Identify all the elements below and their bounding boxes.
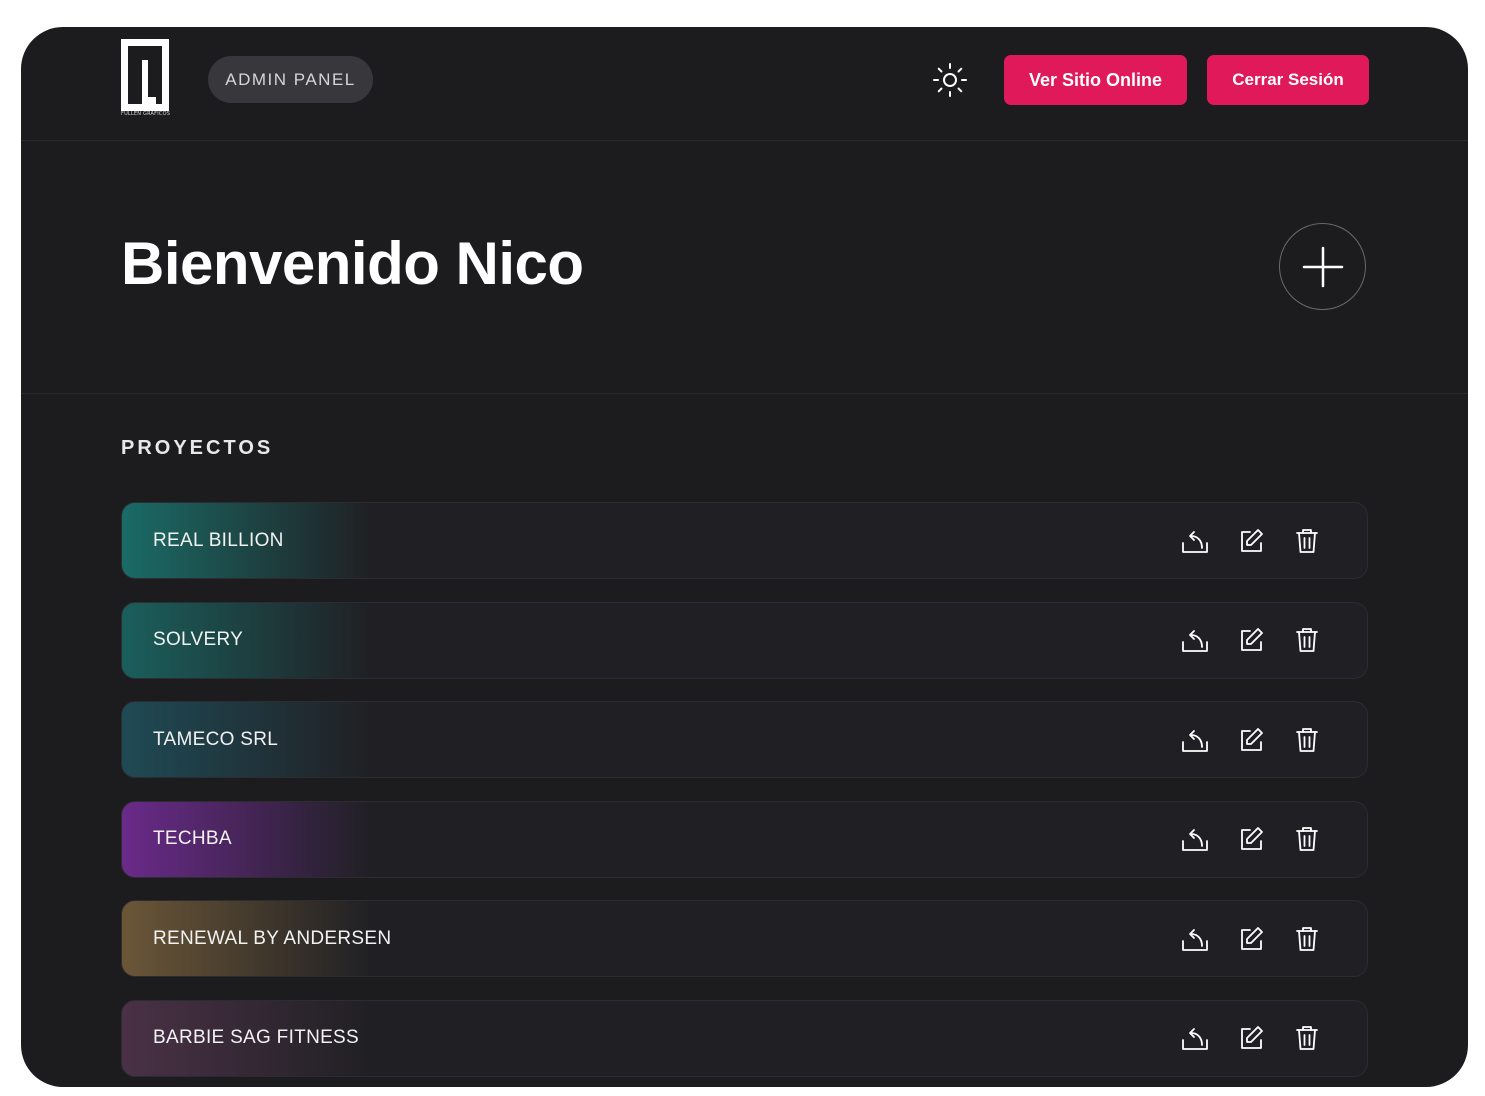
project-row[interactable]: RENEWAL BY ANDERSEN (121, 900, 1368, 977)
edit-button[interactable] (1235, 624, 1267, 656)
top-bar: FULLEN GRAFICOS ADMIN PANEL Ver Sitio On… (21, 27, 1468, 141)
restore-icon (1182, 829, 1208, 851)
edit-button[interactable] (1235, 724, 1267, 756)
edit-button[interactable] (1235, 525, 1267, 557)
brand-logo[interactable] (121, 39, 169, 121)
edit-button[interactable] (1235, 823, 1267, 855)
theme-toggle-button[interactable] (929, 59, 971, 101)
project-name: TECHBA (153, 828, 232, 849)
project-name: REAL BILLION (153, 529, 284, 551)
delete-button[interactable] (1291, 624, 1323, 656)
project-row[interactable]: BARBIE SAG FITNESS (121, 999, 1368, 1077)
restore-icon (1182, 1028, 1208, 1050)
project-row[interactable]: TAMECO SRL (121, 701, 1368, 778)
project-name: BARBIE SAG FITNESS (153, 1027, 360, 1048)
project-name: RENEWAL BY ANDERSEN (153, 927, 392, 949)
row-actions (1179, 802, 1323, 877)
project-row[interactable]: SOLVERY (121, 601, 1368, 679)
project-name: SOLVERY (153, 629, 244, 650)
restore-icon (1182, 530, 1208, 553)
restore-button[interactable] (1179, 1022, 1211, 1054)
restore-button[interactable] (1179, 923, 1211, 955)
project-row[interactable]: REAL BILLION (121, 502, 1368, 579)
restore-button[interactable] (1179, 624, 1211, 656)
trash-icon (1296, 1026, 1318, 1050)
trash-icon (1296, 727, 1318, 752)
projects-heading: PROYECTOS (121, 437, 274, 459)
logo-subtitle: FULLEN GRAFICOS (121, 111, 171, 117)
edit-icon (1241, 528, 1263, 552)
row-actions (1179, 503, 1323, 578)
edit-icon (1241, 727, 1263, 751)
plus-icon (1302, 246, 1343, 287)
project-list: REAL BILLION SOLVERY TAMECO SRL TECHBA R… (121, 502, 1368, 1087)
row-actions (1179, 702, 1323, 777)
edit-button[interactable] (1235, 923, 1267, 955)
add-project-button[interactable] (1279, 223, 1366, 310)
trash-icon (1296, 827, 1318, 851)
edit-icon (1241, 1026, 1263, 1049)
delete-button[interactable] (1291, 724, 1323, 756)
project-row[interactable]: TECHBA (121, 800, 1368, 878)
edit-icon (1241, 827, 1263, 850)
edit-icon (1241, 926, 1263, 950)
delete-button[interactable] (1291, 823, 1323, 855)
restore-icon (1182, 928, 1208, 951)
sun-icon (933, 63, 967, 97)
logout-button[interactable]: Cerrar Sesión (1207, 55, 1369, 105)
admin-panel-badge: ADMIN PANEL (208, 56, 373, 103)
edit-button[interactable] (1235, 1022, 1267, 1054)
welcome-section: Bienvenido Nico (21, 141, 1468, 394)
trash-icon (1296, 628, 1318, 652)
delete-button[interactable] (1291, 525, 1323, 557)
trash-icon (1296, 926, 1318, 951)
restore-button[interactable] (1179, 823, 1211, 855)
app-window: FULLEN GRAFICOS ADMIN PANEL Ver Sitio On… (21, 27, 1468, 1087)
row-actions (1179, 603, 1323, 678)
project-name: TAMECO SRL (153, 728, 279, 750)
row-actions (1179, 901, 1323, 976)
trash-icon (1296, 528, 1318, 553)
row-actions (1179, 1001, 1323, 1076)
page-title: Bienvenido Nico (121, 230, 584, 297)
delete-button[interactable] (1291, 923, 1323, 955)
delete-button[interactable] (1291, 1022, 1323, 1054)
restore-icon (1182, 630, 1208, 652)
restore-button[interactable] (1179, 525, 1211, 557)
restore-icon (1182, 729, 1208, 752)
edit-icon (1241, 628, 1263, 651)
restore-button[interactable] (1179, 724, 1211, 756)
view-site-button[interactable]: Ver Sitio Online (1004, 55, 1187, 105)
